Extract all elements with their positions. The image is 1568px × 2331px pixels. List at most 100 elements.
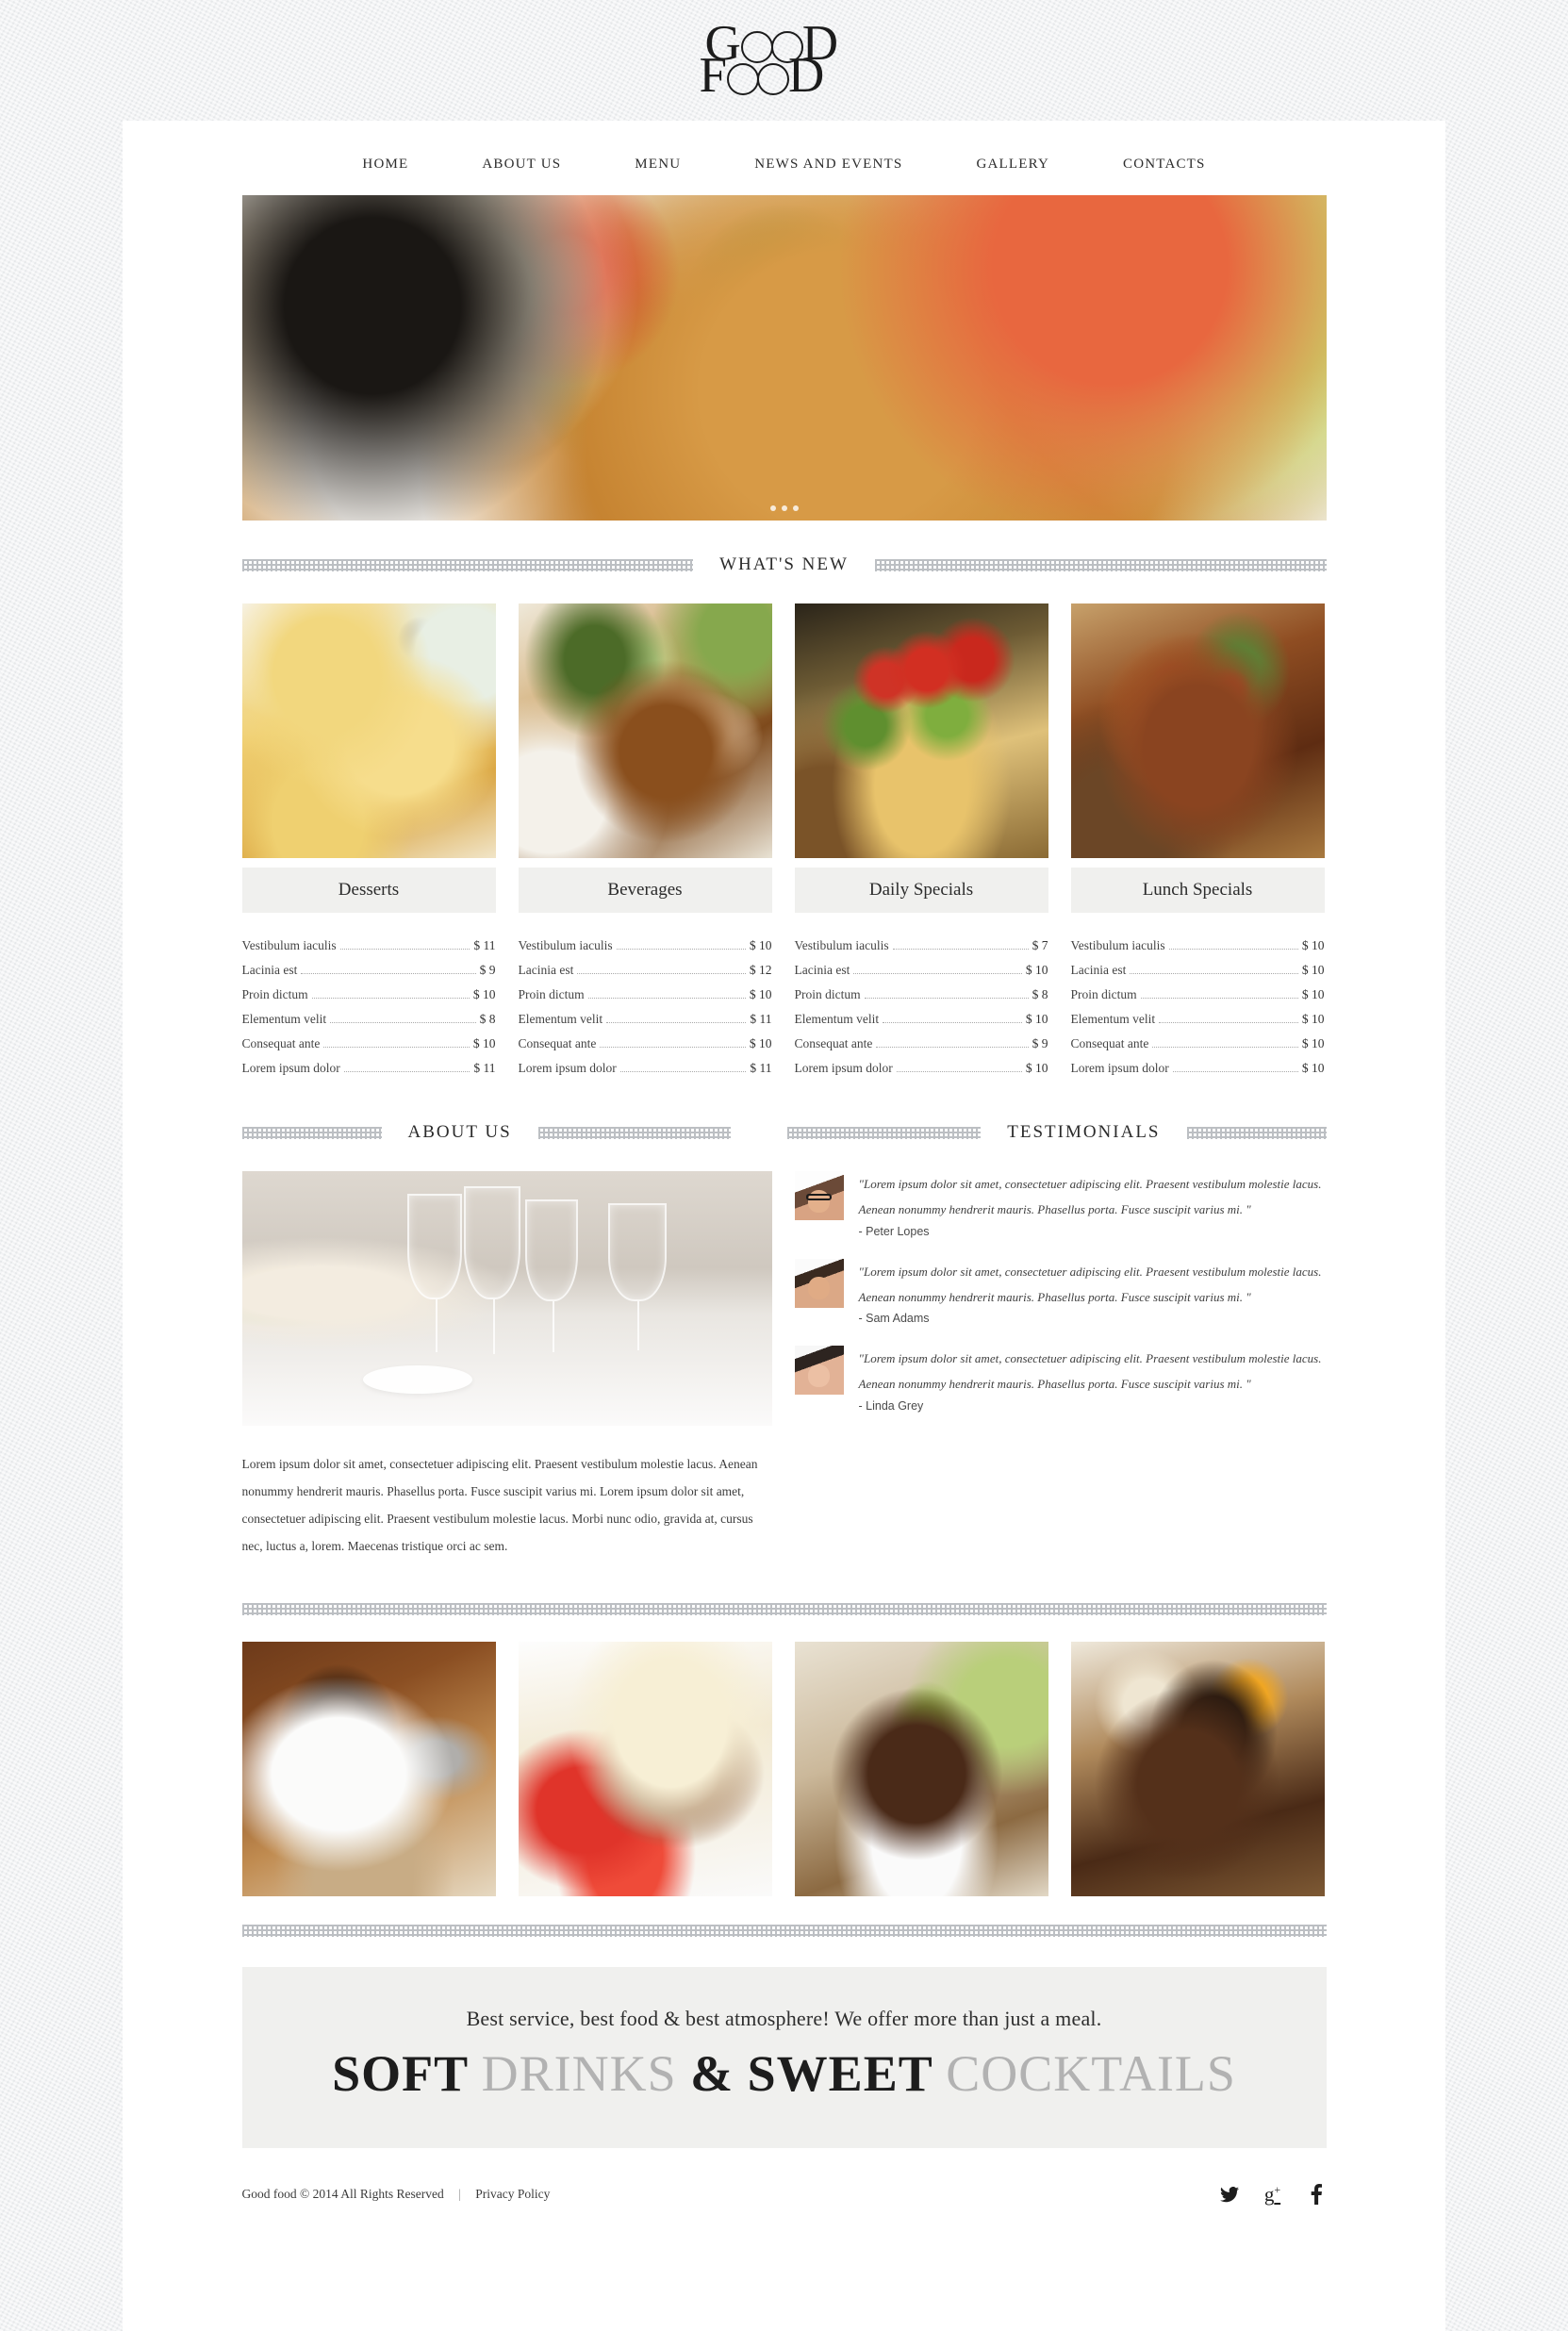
promo-subline: Best service, best food & best atmospher… <box>466 2007 1102 2031</box>
about-and-testimonials: Lorem ipsum dolor sit amet, consectetuer… <box>241 1143 1327 1560</box>
testimonial-quote: "Lorem ipsum dolor sit amet, consectetue… <box>858 1351 1322 1392</box>
twitter-icon[interactable] <box>1219 2184 1240 2205</box>
gallery-item-souffle[interactable] <box>794 1642 1048 1897</box>
leader-dots <box>1130 973 1298 974</box>
menu-item-price: $ 9 <box>479 963 496 977</box>
menu-item-price: $ 12 <box>749 963 772 977</box>
masthead: GD FD <box>0 0 1568 121</box>
menu-row: Lorem ipsum dolor $ 10 <box>1071 1056 1325 1081</box>
menu-item-name: Lacinia est <box>518 963 574 977</box>
leader-dots <box>1159 1022 1298 1023</box>
menu-item-name: Lorem ipsum dolor <box>241 1061 340 1075</box>
leader-dots <box>606 1022 747 1023</box>
testimonials-column: "Lorem ipsum dolor sit amet, consectetue… <box>794 1143 1327 1560</box>
nav-item-home[interactable]: HOME <box>325 157 445 173</box>
glass-stem-1 <box>435 1299 437 1352</box>
menu-row: Proin dictum $ 8 <box>795 983 1048 1007</box>
social-links: g+ <box>1219 2184 1327 2206</box>
site-logo[interactable]: GD FD <box>700 15 869 106</box>
menu-row: Lorem ipsum dolor $ 10 <box>795 1056 1048 1081</box>
menu-item-name: Lacinia est <box>1070 963 1127 977</box>
card-photo-lunch-specials[interactable] <box>1070 603 1325 858</box>
site-footer: Good food © 2014 All Rights Reserved | P… <box>242 2148 1327 2246</box>
menu-row: Consequat ante $ 9 <box>795 1032 1048 1056</box>
menu-row: Lacinia est $ 10 <box>795 958 1048 983</box>
facebook-icon[interactable] <box>1306 2184 1327 2206</box>
leader-dots <box>853 973 1022 974</box>
page-sheet: HOME ABOUT US MENU NEWS AND EVENTS GALLE… <box>123 121 1445 2331</box>
card-photo-daily-specials[interactable] <box>794 603 1048 858</box>
wine-glass-2 <box>463 1186 520 1299</box>
menu-item-price: $ 10 <box>1025 1012 1048 1026</box>
menu-item-price: $ 10 <box>472 1036 496 1050</box>
menu-item-name: Proin dictum <box>1070 987 1137 1001</box>
menu-item-name: Vestibulum iaculis <box>518 938 613 952</box>
gallery-strip <box>241 1642 1327 1897</box>
card-photo-beverages[interactable] <box>518 603 772 858</box>
logo-circle-o4 <box>756 63 789 95</box>
hero-dot-3[interactable] <box>792 505 799 511</box>
menu-item-price: $ 11 <box>750 1012 772 1026</box>
menu-row: Consequat ante $ 10 <box>1071 1032 1325 1056</box>
nav-item-news-and-events[interactable]: NEWS AND EVENTS <box>718 157 939 173</box>
menu-row: Proin dictum $ 10 <box>519 983 772 1007</box>
leader-dots <box>330 1022 476 1023</box>
leader-dots <box>311 998 470 999</box>
logo-circle-o3 <box>726 63 759 95</box>
hero-pagination[interactable] <box>242 505 1327 511</box>
gallery-item-cheesecake[interactable] <box>518 1642 772 1897</box>
testimonial-author: - Peter Lopes <box>858 1224 930 1238</box>
menu-row: Lorem ipsum dolor $ 11 <box>242 1056 496 1081</box>
menu-item-name: Elementum velit <box>518 1012 603 1026</box>
menu-item-price: $ 8 <box>479 1012 496 1026</box>
card-photo-desserts[interactable] <box>241 603 496 858</box>
menu-row: Vestibulum iaculis $ 10 <box>519 934 772 958</box>
menu-row: Lacinia est $ 9 <box>242 958 496 983</box>
nav-item-about-us[interactable]: ABOUT US <box>445 157 598 173</box>
nav-item-gallery[interactable]: GALLERY <box>939 157 1086 173</box>
divider-rule-2 <box>537 1126 732 1139</box>
wine-glass-3 <box>524 1199 578 1301</box>
promo-word-cocktails: COCKTAILS <box>946 2045 1236 2103</box>
testimonial-item: "Lorem ipsum dolor sit amet, consectetue… <box>794 1258 1327 1325</box>
divider-rule-left <box>241 558 694 571</box>
leader-dots <box>864 998 1029 999</box>
gallery-divider <box>241 1603 1327 1616</box>
google-plus-icon[interactable]: g+ <box>1263 2184 1283 2205</box>
menu-item-price: $ 10 <box>472 987 496 1001</box>
testimonial-item: "Lorem ipsum dolor sit amet, consectetue… <box>794 1171 1327 1238</box>
menu-row: Proin dictum $ 10 <box>1071 983 1325 1007</box>
nav-item-menu[interactable]: MENU <box>598 157 718 173</box>
leader-dots <box>896 1071 1022 1072</box>
card-title-lunch-specials: Lunch Specials <box>1070 868 1325 913</box>
hero-dot-1[interactable] <box>769 505 776 511</box>
menu-item-name: Lacinia est <box>241 963 298 977</box>
glass-stem-3 <box>552 1301 554 1352</box>
menu-item-price: $ 10 <box>1301 987 1325 1001</box>
promo-word-soft: SOFT <box>332 2045 469 2103</box>
nav-item-contacts[interactable]: CONTACTS <box>1086 157 1243 173</box>
testimonials-title: TESTIMONIALS <box>1007 1122 1161 1142</box>
promo-word-and-sweet: & SWEET <box>690 2045 933 2103</box>
menu-card-lunch-specials: Lunch Specials Vestibulum iaculis $ 10 La… <box>1070 603 1325 1081</box>
divider-rule-3 <box>787 1126 982 1139</box>
about-title: ABOUT US <box>407 1122 512 1142</box>
menu-item-price: $ 11 <box>750 1061 772 1075</box>
glasses-icon <box>805 1193 832 1200</box>
menu-item-price: $ 10 <box>749 1036 772 1050</box>
testimonial-item: "Lorem ipsum dolor sit amet, consectetue… <box>794 1346 1327 1413</box>
logo-letter-d2: D <box>787 48 826 103</box>
menu-item-price: $ 10 <box>1301 938 1325 952</box>
gallery-item-chocolate-cake[interactable] <box>1070 1642 1325 1897</box>
hero-slider[interactable] <box>241 195 1327 521</box>
menu-item-name: Consequat ante <box>1070 1036 1149 1050</box>
menu-item-price: $ 10 <box>1301 1012 1325 1026</box>
menu-item-price: $ 10 <box>1301 1036 1325 1050</box>
about-photo <box>241 1171 772 1426</box>
privacy-policy-link[interactable]: Privacy Policy <box>475 2187 550 2201</box>
leader-dots <box>577 973 746 974</box>
hero-dot-2[interactable] <box>781 505 787 511</box>
menu-item-name: Proin dictum <box>518 987 585 1001</box>
gallery-item-coffee[interactable] <box>241 1642 496 1897</box>
menu-row: Lacinia est $ 10 <box>1071 958 1325 983</box>
